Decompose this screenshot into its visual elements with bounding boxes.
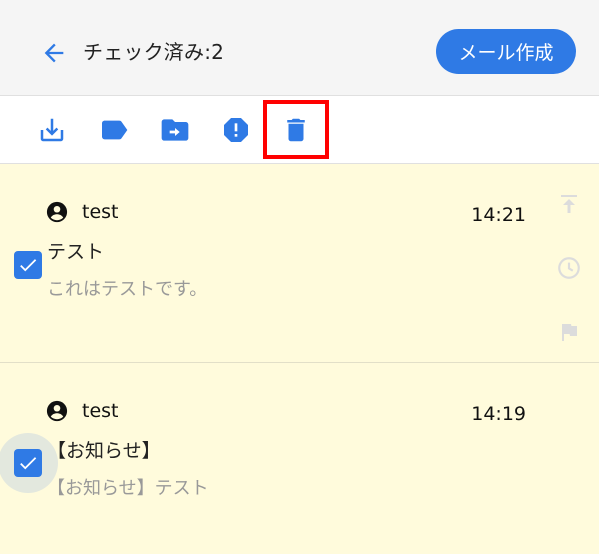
- report-spam-icon: [224, 118, 248, 142]
- message-checkbox[interactable]: [14, 251, 42, 279]
- page-title: チェック済み:2: [83, 40, 225, 64]
- message-subject: テスト: [47, 241, 105, 263]
- arrow-left-icon: [44, 43, 64, 63]
- move-to-top-button[interactable]: [556, 191, 582, 217]
- sender-name: test: [82, 201, 119, 223]
- check-icon: [20, 457, 37, 470]
- label-button[interactable]: [97, 113, 131, 147]
- snooze-clock-icon: [558, 257, 580, 279]
- compose-button[interactable]: メール作成: [436, 29, 576, 74]
- check-icon: [20, 259, 37, 272]
- message-row[interactable]: test 14:19 【お知らせ】 【お知らせ】テスト: [0, 363, 599, 554]
- message-list: test 14:21 テスト これはテストです。 test 14:19 【お知ら…: [0, 164, 599, 554]
- move-to-folder-button[interactable]: [158, 113, 192, 147]
- account-circle-icon: [46, 400, 68, 422]
- message-preview: これはテストです。: [47, 279, 208, 300]
- download-button[interactable]: [35, 113, 69, 147]
- move-to-folder-icon: [161, 119, 189, 141]
- delete-icon: [287, 118, 305, 142]
- back-button[interactable]: [38, 37, 70, 69]
- label-icon: [102, 120, 128, 140]
- report-spam-button[interactable]: [219, 113, 253, 147]
- message-time: 14:21: [471, 204, 526, 226]
- message-subject: 【お知らせ】: [47, 440, 161, 462]
- message-checkbox[interactable]: [14, 449, 42, 477]
- message-row[interactable]: test 14:21 テスト これはテストです。: [0, 164, 599, 363]
- message-time: 14:19: [471, 403, 526, 425]
- delete-button[interactable]: [279, 113, 313, 147]
- app-header: チェック済み:2 メール作成: [0, 0, 599, 96]
- sender-name: test: [82, 400, 119, 422]
- account-circle-icon: [46, 201, 68, 223]
- snooze-button[interactable]: [556, 255, 582, 281]
- action-toolbar: [0, 96, 599, 164]
- flag-icon: [562, 324, 577, 341]
- move-to-top-icon: [561, 195, 577, 213]
- download-icon: [40, 118, 64, 142]
- message-preview: 【お知らせ】テスト: [47, 478, 209, 499]
- flag-button[interactable]: [556, 319, 582, 345]
